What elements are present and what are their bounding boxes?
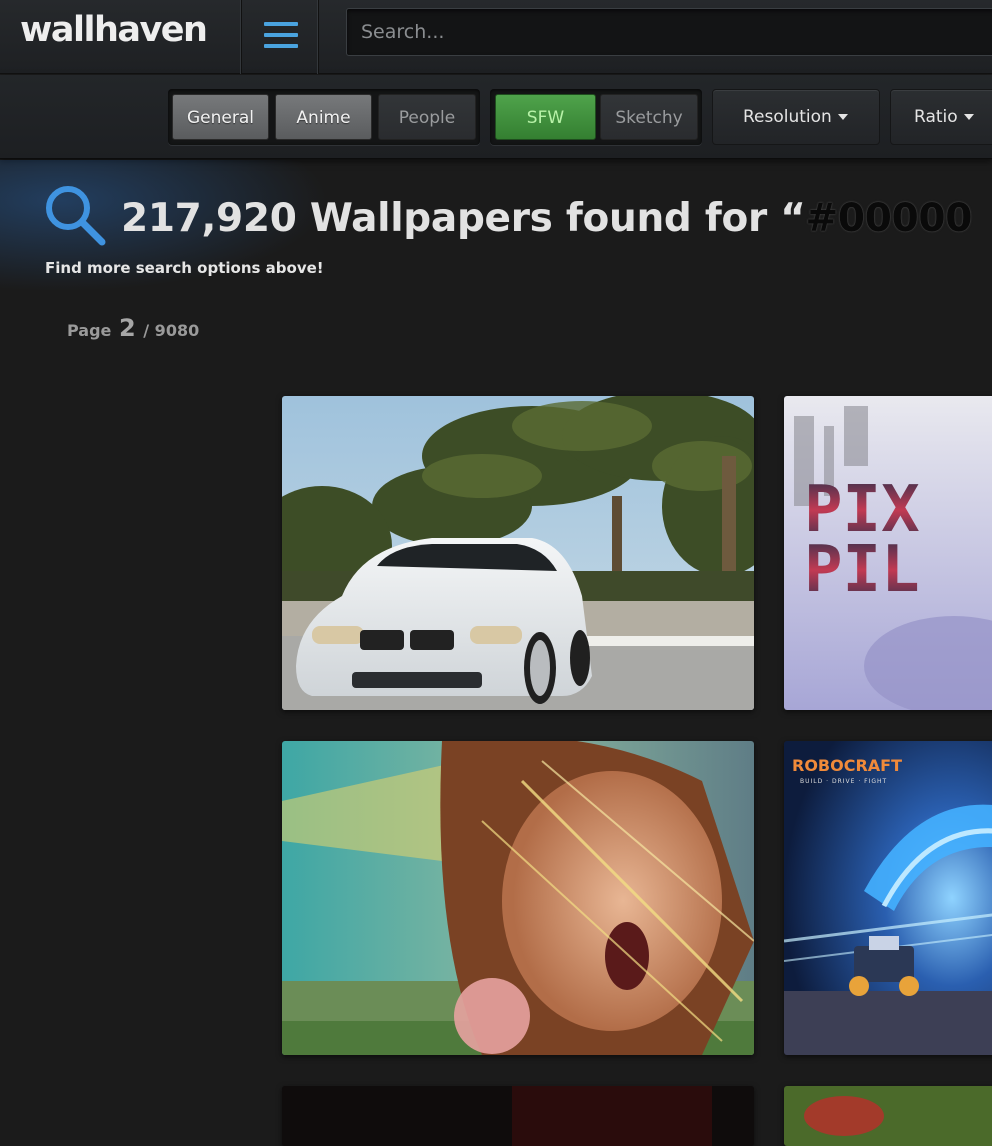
page-indicator: Page 2 / 9080	[67, 314, 199, 342]
search-input[interactable]	[347, 9, 992, 55]
filter-bar: General Anime People SFW Sketchy Resolut…	[0, 75, 992, 159]
category-anime-button[interactable]: Anime	[275, 94, 372, 140]
wallpaper-thumbnail[interactable]: PIX PIL	[784, 396, 992, 710]
top-header: wallhaven	[0, 0, 992, 74]
robocraft-logo-text: ROBOCRAFT	[792, 756, 902, 775]
search-hint: Find more search options above!	[45, 259, 324, 277]
wallpaper-thumbnail[interactable]	[282, 396, 754, 710]
wallpaper-thumbnail[interactable]	[282, 741, 754, 1055]
results-header: 217,920 Wallpapers found for “#00000 Fin…	[0, 160, 992, 370]
search-box[interactable]	[346, 8, 992, 56]
logo-text[interactable]: wallhaven	[20, 10, 208, 50]
category-general-button[interactable]: General	[172, 94, 269, 140]
results-count: 217,920	[121, 196, 297, 241]
category-filter-group: General Anime People	[168, 89, 480, 145]
resolution-label: Resolution	[743, 107, 832, 127]
wallpaper-thumbnail[interactable]	[784, 1086, 992, 1146]
results-text: Wallpapers found for “	[309, 196, 806, 241]
pixel-title-line2: PIL	[804, 533, 920, 607]
purity-sketchy-button[interactable]: Sketchy	[600, 94, 698, 140]
robocraft-tagline: BUILD · DRIVE · FIGHT	[800, 778, 887, 785]
results-title: 217,920 Wallpapers found for “#00000	[121, 196, 972, 241]
ratio-dropdown[interactable]: Ratio	[890, 89, 992, 145]
site-logo[interactable]: wallhaven	[0, 0, 242, 74]
current-page: 2	[118, 314, 136, 342]
chevron-down-icon	[963, 114, 974, 120]
wallpaper-thumbnail[interactable]: ROBOCRAFT BUILD · DRIVE · FIGHT	[784, 741, 992, 1055]
search-query: #00000	[805, 196, 973, 241]
total-pages: / 9080	[143, 321, 200, 340]
category-people-button[interactable]: People	[378, 94, 476, 140]
menu-button[interactable]	[243, 0, 319, 74]
purity-sfw-button[interactable]: SFW	[495, 94, 596, 140]
page-label: Page	[67, 321, 112, 340]
wallpaper-thumbnail[interactable]	[282, 1086, 754, 1146]
ratio-label: Ratio	[914, 107, 958, 127]
chevron-down-icon	[837, 114, 848, 120]
purity-filter-group: SFW Sketchy	[490, 89, 702, 145]
search-icon	[46, 186, 106, 246]
resolution-dropdown[interactable]: Resolution	[712, 89, 880, 145]
